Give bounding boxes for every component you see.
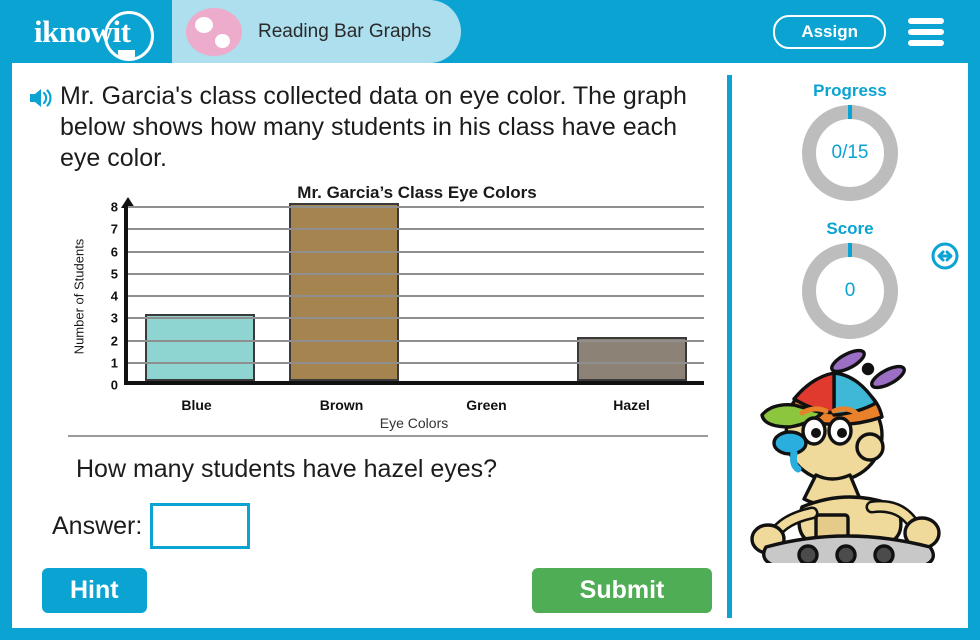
chart-y-tick: 8	[110, 199, 118, 215]
answer-input[interactable]	[150, 503, 251, 549]
assign-button[interactable]: Assign	[773, 14, 886, 49]
chart-y-axis-label: Number of Students	[71, 238, 87, 354]
progress-ring: 0/15	[802, 105, 898, 201]
avatar-dot-upper	[195, 16, 213, 33]
chart-y-tick: 2	[110, 333, 118, 348]
iknowit-logo[interactable]: iknowit	[12, 0, 172, 63]
chart-y-tick: 1	[110, 355, 118, 371]
submit-button[interactable]: Submit	[532, 568, 712, 613]
frame-bottom-edge	[0, 628, 980, 640]
frame-right-edge	[968, 0, 980, 640]
chart-gridline	[128, 339, 704, 342]
chart-plot-wrapper: Number of Students 0 1 2 3 4 5 6 7 8	[72, 197, 704, 392]
chart-bar	[577, 336, 687, 381]
progress-ring-tick	[848, 105, 852, 119]
app-header: iknowit Reading Bar Graphs Assign	[12, 0, 968, 63]
score-ring-tick	[848, 243, 852, 257]
frame-left-edge	[0, 0, 12, 640]
progress-meter: 0/15	[732, 105, 968, 201]
score-value: 0	[844, 280, 856, 301]
avatar-dot-lower	[215, 33, 230, 48]
chart-x-tick: Brown	[319, 397, 364, 413]
chart-title: Mr. Garcia’s Class Eye Colors	[297, 183, 537, 202]
chart-gridline	[128, 272, 704, 275]
score-ring: 0	[802, 243, 898, 339]
dice-avatar-icon	[186, 7, 242, 56]
answer-label: Answer:	[52, 511, 143, 540]
hamburger-bar-2	[908, 28, 944, 35]
answer-row: Answer:	[52, 503, 251, 549]
question-passage-block: Mr. Garcia's class collected data on eye…	[28, 81, 718, 174]
chart-gridline	[128, 361, 704, 364]
chart-bar	[145, 314, 255, 381]
question-prompt: How many students have hazel eyes?	[76, 455, 498, 483]
question-passage-text: Mr. Garcia's class collected data on eye…	[60, 82, 687, 172]
chart-gridline	[128, 228, 704, 231]
chart-x-axis-ticks: Blue Brown Green Hazel	[124, 397, 704, 413]
lesson-title-pill: Reading Bar Graphs	[172, 0, 462, 63]
chart-y-tick: 6	[110, 244, 118, 259]
chart-y-axis-ticks: 0 1 2 3 4 5 6 7 8	[96, 201, 118, 392]
chart-y-tick: 4	[110, 288, 118, 304]
status-sidebar: Progress 0/15 Score 0	[732, 63, 968, 628]
hint-button[interactable]: Hint	[42, 568, 147, 613]
section-separator	[68, 435, 708, 437]
robot-mascot-propeller-hat	[742, 343, 958, 569]
chart-x-tick: Blue	[181, 397, 212, 413]
lesson-content: Mr. Garcia's class collected data on eye…	[12, 63, 968, 628]
bar-chart: Mr. Garcia’s Class Eye Colors Number of …	[68, 183, 718, 433]
hamburger-bar-1	[908, 17, 944, 24]
iknowit-lesson-screen: iknowit Reading Bar Graphs Assign Mr. Ga…	[0, 0, 980, 640]
chart-gridline	[128, 295, 704, 297]
hamburger-bar-3	[908, 39, 944, 46]
chart-gridline	[128, 317, 704, 320]
hamburger-menu-icon[interactable]	[908, 17, 944, 46]
logo-wordmark: iknowit	[34, 13, 131, 49]
chart-gridline	[128, 206, 704, 208]
resize-horizontal-icon[interactable]	[930, 241, 960, 271]
chart-x-tick: Hazel	[613, 397, 650, 413]
progress-label: Progress	[813, 81, 887, 100]
chart-x-axis-label: Eye Colors	[379, 415, 449, 431]
progress-value: 0/15	[831, 142, 869, 163]
chart-y-tick: 7	[110, 221, 118, 237]
chart-y-tick: 0	[110, 377, 118, 393]
lightbulb-base-icon	[118, 50, 135, 59]
chart-y-tick: 3	[110, 310, 118, 326]
chart-x-tick: Green	[466, 397, 507, 413]
score-label: Score	[826, 219, 874, 238]
chart-gridline	[128, 250, 704, 253]
chart-y-tick: 5	[110, 266, 118, 282]
speaker-audio-icon[interactable]	[28, 87, 54, 114]
chart-plot-area	[121, 197, 704, 385]
lesson-title: Reading Bar Graphs	[258, 20, 432, 42]
